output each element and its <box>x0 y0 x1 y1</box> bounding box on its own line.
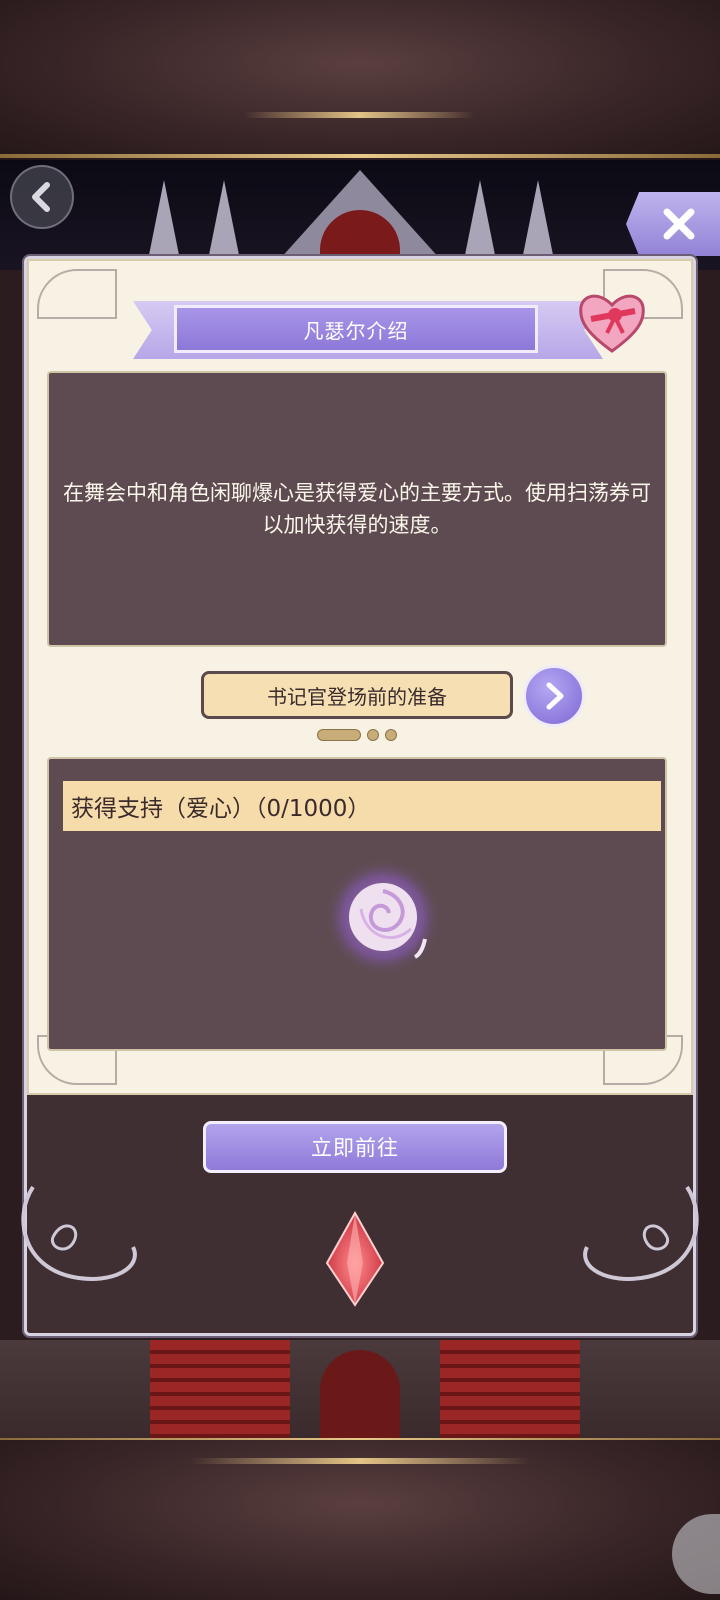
reward-header: 获得支持（爱心）（0/1000） <box>63 781 661 831</box>
description-text: 在舞会中和角色闲聊爆心是获得爱心的主要方式。使用扫荡券可以加快获得的速度。 <box>63 481 651 537</box>
gold-divider <box>0 154 720 158</box>
rose-icon <box>325 859 441 975</box>
page-dot <box>367 729 379 741</box>
reward-panel: 获得支持（爱心）（0/1000） <box>47 757 667 1051</box>
page-indicator <box>317 729 397 741</box>
dialog-title: 凡瑟尔介绍 <box>174 305 538 353</box>
intro-card: 凡瑟尔介绍 在舞会中和角色闲聊爆心是获得爱心的主要方式。使用扫荡券可以加快获得的… <box>27 259 693 1095</box>
stage-subtitle: 书记官登场前的准备 <box>201 671 513 719</box>
close-button[interactable] <box>626 192 720 256</box>
heart-gift-icon <box>579 294 645 353</box>
chevron-right-icon <box>546 682 564 710</box>
page-dot-active <box>317 729 361 741</box>
description-panel: 在舞会中和角色闲聊爆心是获得爱心的主要方式。使用扫荡券可以加快获得的速度。 <box>47 371 667 647</box>
background-bottom-banner <box>0 1440 720 1600</box>
swirl-ornament <box>21 1185 137 1281</box>
next-page-button[interactable] <box>523 665 585 727</box>
intro-dialog: 凡瑟尔介绍 在舞会中和角色闲聊爆心是获得爱心的主要方式。使用扫荡券可以加快获得的… <box>21 256 699 1336</box>
crystal-icon <box>325 1211 385 1307</box>
close-icon <box>663 208 695 240</box>
go-now-button[interactable]: 立即前往 <box>203 1121 507 1173</box>
page-dot <box>385 729 397 741</box>
chevron-left-icon <box>32 182 50 212</box>
gold-flourish <box>190 1458 530 1464</box>
gold-flourish <box>244 112 474 118</box>
background-top-banner <box>0 0 720 160</box>
background-castle-stairs <box>0 1340 720 1440</box>
swirl-ornament <box>583 1185 699 1281</box>
background-castle-night <box>0 160 720 270</box>
corner-ornament <box>37 269 117 319</box>
back-button[interactable] <box>10 165 74 229</box>
